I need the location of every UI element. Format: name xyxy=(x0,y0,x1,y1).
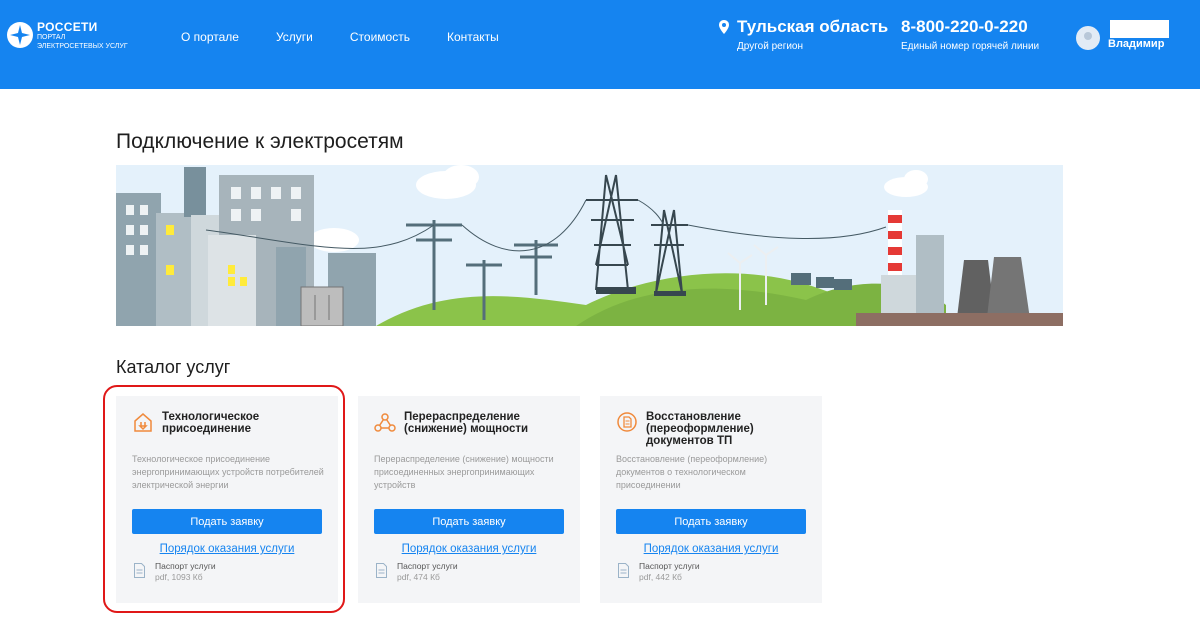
card-title: Перераспределение (снижение) мощности xyxy=(404,411,529,435)
logo-line1: ПОРТАЛ xyxy=(37,34,66,41)
other-region-link[interactable]: Другой регион xyxy=(737,41,888,52)
hotline-caption: Единый номер горячей линии xyxy=(901,41,1040,52)
service-procedure-link[interactable]: Порядок оказания услуги xyxy=(600,543,822,555)
card-title: Восстановление (переоформление) документ… xyxy=(646,411,754,447)
nav-services[interactable]: Услуги xyxy=(276,30,313,44)
portal-logo[interactable]: РОССЕТИ ПОРТАЛ ЭЛЕКТРОСЕТЕВЫХ УСЛУГ xyxy=(7,21,128,51)
hotline: 8-800-220-0-220 Единый номер горячей лин… xyxy=(901,17,1039,52)
main-nav: О портале Услуги Стоимость Контакты xyxy=(181,30,499,44)
region-selector[interactable]: Тульская область Другой регион xyxy=(719,17,888,52)
card-description: Восстановление (переоформление) документ… xyxy=(616,454,768,490)
user-name: Владимир xyxy=(1108,38,1165,50)
document-icon xyxy=(376,563,387,578)
highlight-frame xyxy=(103,385,345,613)
logo-brand: РОССЕТИ xyxy=(37,20,98,34)
doc-meta: pdf, 474 Кб xyxy=(397,572,440,582)
nav-about[interactable]: О портале xyxy=(181,30,239,44)
document-restore-icon xyxy=(617,412,637,432)
avatar[interactable] xyxy=(1076,26,1100,50)
submit-application-button[interactable]: Подать заявку xyxy=(616,509,806,534)
service-card-power-redistribution: Перераспределение (снижение) мощности Пе… xyxy=(358,396,580,603)
rosseti-logo-icon xyxy=(7,22,33,48)
power-grid-banner xyxy=(116,165,1063,326)
submit-application-button[interactable]: Подать заявку xyxy=(374,509,564,534)
hotline-phone[interactable]: 8-800-220-0-220 xyxy=(901,17,1039,37)
logo-line2: ЭЛЕКТРОСЕТЕВЫХ УСЛУГ xyxy=(37,43,128,50)
doc-meta: pdf, 442 Кб xyxy=(639,572,682,582)
user-menu[interactable]: Владимир xyxy=(1076,20,1171,60)
document-icon xyxy=(618,563,629,578)
network-nodes-icon xyxy=(374,413,396,432)
service-card-document-restore: Восстановление (переоформление) документ… xyxy=(600,396,822,603)
page-title: Подключение к электросетям xyxy=(116,130,404,153)
user-surname-redacted xyxy=(1110,20,1169,38)
doc-name: Паспорт услуги xyxy=(639,561,700,571)
service-passport-file[interactable]: Паспорт услуги pdf, 442 Кб xyxy=(618,561,700,583)
card-description: Перераспределение (снижение) мощности пр… xyxy=(374,454,554,490)
catalog-title: Каталог услуг xyxy=(116,357,231,377)
header-bar: РОССЕТИ ПОРТАЛ ЭЛЕКТРОСЕТЕВЫХ УСЛУГ О по… xyxy=(0,0,1200,89)
location-pin-icon xyxy=(719,20,729,34)
nav-cost[interactable]: Стоимость xyxy=(350,30,410,44)
service-passport-file[interactable]: Паспорт услуги pdf, 474 Кб xyxy=(376,561,458,583)
region-name: Тульская область xyxy=(737,17,889,36)
service-procedure-link[interactable]: Порядок оказания услуги xyxy=(358,543,580,555)
nav-contacts[interactable]: Контакты xyxy=(447,30,499,44)
doc-name: Паспорт услуги xyxy=(397,561,458,571)
